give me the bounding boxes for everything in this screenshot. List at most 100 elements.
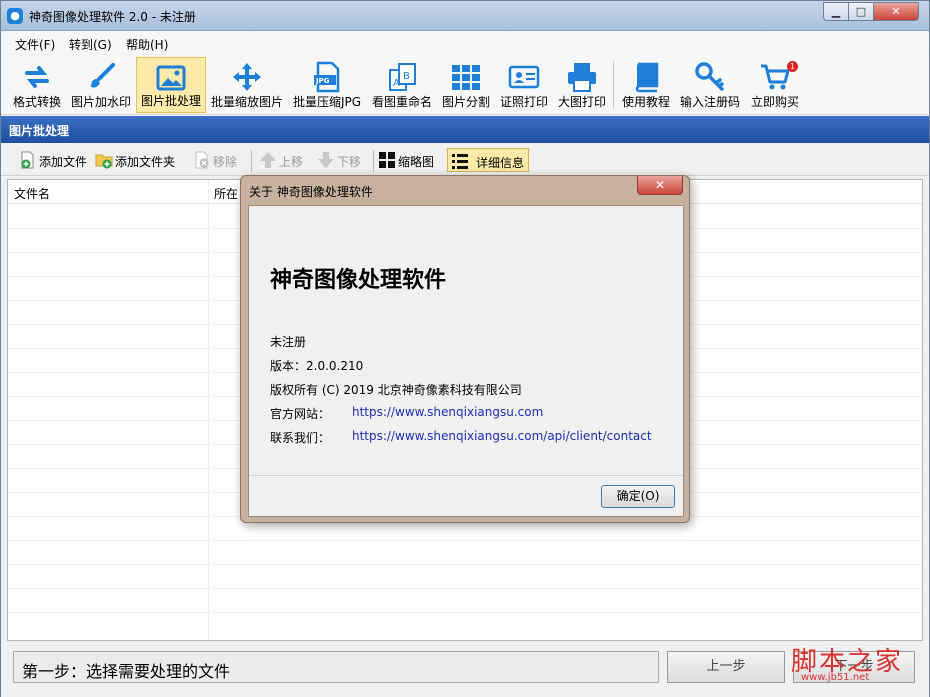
column-divider — [208, 180, 209, 640]
thumbnail-view-button[interactable]: 缩略图 — [378, 148, 444, 172]
cart-badge: 1 — [787, 61, 798, 72]
add-file-button[interactable]: 添加文件 — [19, 148, 91, 172]
move-down-label: 下移 — [337, 155, 362, 169]
move-down-button[interactable]: 下移 — [317, 148, 369, 172]
remove-button[interactable]: 移除 — [193, 148, 245, 172]
status-bar: 第一步：选择需要处理的文件 上一步 下一步 — [1, 643, 929, 697]
tool-label: 输入注册码 — [679, 95, 740, 109]
tool-buy[interactable]: 1 立即购买 — [746, 57, 804, 113]
dialog-body: 神奇图像处理软件 未注册 版本：2.0.0.210 版权所有 (C) 2019 … — [248, 205, 684, 517]
column-location[interactable]: 所在 — [214, 185, 238, 202]
grid-icon — [452, 65, 480, 90]
move-arrows-icon — [233, 63, 261, 91]
add-folder-label: 添加文件夹 — [115, 155, 176, 169]
file-toolbar: 添加文件 添加文件夹 移除 上移 下移 缩略图 详细信息 — [1, 144, 929, 176]
menu-help[interactable]: 帮助(H) — [126, 36, 168, 53]
tool-label: 格式转换 — [12, 95, 61, 109]
jpg-file-icon: JPG — [314, 61, 340, 93]
tool-label: 证照打印 — [499, 95, 548, 109]
tool-tutorial[interactable]: 使用教程 — [618, 57, 674, 113]
move-up-label: 上移 — [279, 155, 304, 169]
add-file-label: 添加文件 — [39, 155, 88, 169]
tool-label: 批量压缩JPG — [292, 95, 362, 109]
id-card-icon — [508, 65, 540, 89]
version-text: 版本：2.0.0.210 — [270, 359, 364, 373]
contact-link[interactable]: https://www.shenqixiangsu.com/api/client… — [352, 429, 652, 443]
svg-text:A: A — [393, 78, 400, 89]
arrow-up-icon — [260, 152, 276, 168]
list-icon — [452, 154, 468, 169]
dialog-close-button[interactable]: ✕ — [637, 176, 683, 195]
tool-format-convert[interactable]: 格式转换 — [7, 57, 67, 113]
previous-step-button[interactable]: 上一步 — [667, 651, 785, 683]
tool-compress-jpg[interactable]: JPG 批量压缩JPG — [289, 57, 365, 113]
dialog-divider — [249, 475, 683, 476]
tool-label: 图片批处理 — [140, 94, 201, 108]
toolbar-separator — [373, 150, 374, 172]
registration-status: 未注册 — [270, 335, 307, 349]
close-button[interactable]: ✕ — [873, 2, 919, 21]
step-indicator: 第一步：选择需要处理的文件 — [13, 651, 659, 683]
menu-goto[interactable]: 转到(G) — [69, 36, 112, 53]
tool-register[interactable]: 输入注册码 — [676, 57, 744, 113]
remove-icon — [195, 151, 209, 169]
tool-large-print[interactable]: 大图打印 — [554, 57, 610, 113]
watermark-url: www.jb51.net — [801, 672, 870, 683]
main-window: ● 神奇图像处理软件 2.0 - 未注册 ▁ □ ✕ 文件(F) 转到(G) 帮… — [0, 0, 930, 697]
window-title: 神奇图像处理软件 2.0 - 未注册 — [29, 10, 196, 24]
app-icon: ● — [7, 8, 23, 24]
tool-label: 使用教程 — [621, 95, 670, 109]
tool-id-print[interactable]: 证照打印 — [496, 57, 552, 113]
tool-split[interactable]: 图片分割 — [438, 57, 494, 113]
add-folder-button[interactable]: 添加文件夹 — [95, 148, 185, 172]
tool-label: 看图重命名 — [371, 95, 432, 109]
minimize-button[interactable]: ▁ — [823, 2, 849, 21]
section-title: 图片批处理 — [1, 116, 929, 143]
website-link[interactable]: https://www.shenqixiangsu.com — [352, 405, 543, 419]
image-icon — [156, 65, 186, 91]
website-label: 官方网站： — [270, 407, 331, 421]
contact-label: 联系我们： — [270, 431, 331, 445]
toolbar-separator — [613, 61, 614, 109]
row-line — [8, 564, 922, 565]
arrow-down-icon — [318, 152, 334, 168]
tool-label: 立即购买 — [750, 95, 799, 109]
thumbnail-label: 缩略图 — [398, 155, 435, 169]
title-bar[interactable]: ● 神奇图像处理软件 2.0 - 未注册 ▁ □ ✕ — [1, 1, 929, 31]
row-line — [8, 612, 922, 613]
svg-text:JPG: JPG — [315, 77, 330, 85]
thumbnail-icon — [379, 152, 395, 168]
tool-label: 批量缩放图片 — [210, 95, 283, 109]
rename-icon: BA — [389, 63, 416, 91]
svg-text:B: B — [403, 71, 410, 82]
maximize-button[interactable]: □ — [848, 2, 874, 21]
tool-rename[interactable]: BA 看图重命名 — [368, 57, 436, 113]
toolbar-separator — [251, 150, 252, 172]
detail-label: 详细信息 — [476, 156, 525, 170]
about-dialog: 关于 神奇图像处理软件 ✕ 神奇图像处理软件 未注册 版本：2.0.0.210 … — [240, 175, 690, 523]
add-folder-icon — [95, 154, 113, 169]
brush-icon — [91, 63, 115, 88]
row-line — [8, 540, 922, 541]
key-icon — [695, 62, 724, 91]
tool-batch-process[interactable]: 图片批处理 — [136, 57, 206, 113]
ok-button[interactable]: 确定(O) — [601, 485, 675, 508]
dialog-title: 关于 神奇图像处理软件 — [249, 185, 373, 199]
book-icon — [635, 62, 659, 93]
remove-label: 移除 — [213, 155, 238, 169]
tool-batch-resize[interactable]: 批量缩放图片 — [208, 57, 286, 113]
move-up-button[interactable]: 上移 — [259, 148, 309, 172]
column-filename[interactable]: 文件名 — [14, 185, 50, 202]
convert-icon — [25, 66, 49, 88]
add-file-icon — [21, 151, 34, 169]
menu-bar: 文件(F) 转到(G) 帮助(H) — [1, 32, 929, 54]
detail-view-button[interactable]: 详细信息 — [447, 148, 529, 172]
printer-icon — [568, 63, 596, 92]
menu-file[interactable]: 文件(F) — [15, 36, 55, 53]
copyright-text: 版权所有 (C) 2019 北京神奇像素科技有限公司 — [270, 383, 522, 397]
row-line — [8, 588, 922, 589]
main-toolbar: 格式转换 图片加水印 图片批处理 批量缩放图片 JPG 批量压缩JPG BA 看… — [1, 55, 929, 115]
tool-label: 图片加水印 — [70, 95, 131, 109]
product-name: 神奇图像处理软件 — [270, 268, 447, 293]
tool-watermark[interactable]: 图片加水印 — [67, 57, 135, 113]
